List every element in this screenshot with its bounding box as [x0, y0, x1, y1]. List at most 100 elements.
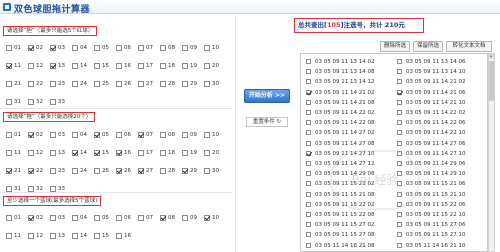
- number-option[interactable]: 03: [50, 131, 65, 139]
- checkbox[interactable]: [138, 215, 144, 221]
- number-option[interactable]: 32: [28, 98, 43, 106]
- result-row[interactable]: 03 05 09 11 14 22 08: [306, 118, 374, 128]
- result-row[interactable]: 03 05 09 11 15 22 10: [397, 210, 465, 220]
- checkbox[interactable]: [160, 81, 166, 87]
- result-row[interactable]: 03 05 09 11 14 27 06: [397, 139, 465, 149]
- checkbox[interactable]: [28, 168, 34, 174]
- number-option[interactable]: 26: [116, 167, 131, 175]
- checkbox[interactable]: [397, 110, 402, 115]
- number-option[interactable]: 02: [28, 44, 43, 52]
- checkbox[interactable]: [138, 45, 144, 51]
- checkbox[interactable]: [50, 63, 56, 69]
- number-option[interactable]: 30: [204, 80, 219, 88]
- checkbox[interactable]: [28, 233, 34, 239]
- number-option[interactable]: 03: [50, 214, 65, 222]
- result-row[interactable]: 03 05 09 11 13 14 10: [397, 67, 465, 77]
- checkbox[interactable]: [182, 168, 188, 174]
- number-option[interactable]: 07: [138, 214, 153, 222]
- number-option[interactable]: 10: [204, 131, 219, 139]
- scroll-thumb[interactable]: [489, 61, 494, 101]
- checkbox[interactable]: [94, 168, 100, 174]
- checkbox[interactable]: [306, 110, 311, 115]
- checkbox[interactable]: [306, 201, 311, 207]
- number-option[interactable]: 11: [6, 149, 21, 157]
- number-option[interactable]: 04: [72, 44, 87, 52]
- number-option[interactable]: 09: [182, 131, 197, 139]
- number-option[interactable]: 21: [6, 80, 21, 88]
- checkbox[interactable]: [116, 45, 122, 51]
- number-option[interactable]: 33: [50, 98, 65, 106]
- checkbox[interactable]: [94, 233, 100, 239]
- checkbox[interactable]: [397, 140, 402, 146]
- number-option[interactable]: 06: [116, 44, 131, 52]
- analyze-button[interactable]: 开始分析 >>: [244, 89, 290, 103]
- checkbox[interactable]: [306, 69, 311, 75]
- checkbox[interactable]: [116, 233, 122, 239]
- checkbox[interactable]: [306, 59, 311, 64]
- checkbox[interactable]: [397, 130, 402, 136]
- number-option[interactable]: 22: [28, 167, 43, 175]
- checkbox[interactable]: [6, 132, 12, 138]
- number-option[interactable]: 01: [6, 214, 21, 222]
- checkbox[interactable]: [6, 215, 12, 221]
- checkbox[interactable]: [50, 45, 56, 51]
- number-option[interactable]: 19: [182, 149, 197, 157]
- result-row[interactable]: 03 05 09 11 14 27 08: [306, 139, 374, 149]
- number-option[interactable]: 14: [72, 62, 87, 70]
- checkbox[interactable]: [160, 45, 166, 51]
- result-row[interactable]: 03 05 09 11 14 22 02: [397, 108, 465, 118]
- checkbox[interactable]: [50, 150, 56, 156]
- checkbox[interactable]: [397, 222, 402, 228]
- number-option[interactable]: 17: [138, 149, 153, 157]
- checkbox[interactable]: [306, 140, 311, 146]
- checkbox[interactable]: [397, 69, 402, 75]
- checkbox[interactable]: [116, 150, 122, 156]
- number-option[interactable]: 31: [6, 98, 21, 106]
- checkbox[interactable]: [204, 132, 210, 138]
- number-option[interactable]: 11: [6, 232, 21, 240]
- number-option[interactable]: 28: [160, 167, 175, 175]
- result-row[interactable]: 03 05 09 11 15 27 06: [397, 220, 465, 230]
- checkbox[interactable]: [6, 168, 12, 174]
- checkbox[interactable]: [306, 222, 311, 228]
- number-option[interactable]: 18: [160, 149, 175, 157]
- number-option[interactable]: 13: [50, 149, 65, 157]
- number-option[interactable]: 05: [94, 214, 109, 222]
- result-row[interactable]: 03 05 09 11 13 14 08: [306, 67, 374, 77]
- checkbox[interactable]: [397, 120, 402, 126]
- number-option[interactable]: 23: [50, 80, 65, 88]
- checkbox[interactable]: [160, 63, 166, 69]
- result-row[interactable]: 03 05 09 11 14 21 02: [306, 88, 374, 98]
- number-option[interactable]: 29: [182, 80, 197, 88]
- checkbox[interactable]: [50, 99, 56, 105]
- scroll-up-arrow-icon[interactable]: [489, 54, 494, 59]
- checkbox[interactable]: [306, 161, 311, 166]
- number-option[interactable]: 02: [28, 131, 43, 139]
- result-row[interactable]: 03 05 09 11 14 21 06: [397, 88, 465, 98]
- checkbox[interactable]: [94, 81, 100, 87]
- checkbox[interactable]: [397, 232, 402, 238]
- number-option[interactable]: 06: [116, 131, 131, 139]
- number-option[interactable]: 27: [138, 80, 153, 88]
- checkbox[interactable]: [72, 45, 78, 51]
- checkbox[interactable]: [397, 79, 402, 85]
- number-option[interactable]: 09: [182, 44, 197, 52]
- checkbox[interactable]: [72, 132, 78, 138]
- number-option[interactable]: 14: [72, 232, 87, 240]
- checkbox[interactable]: [306, 79, 311, 85]
- number-option[interactable]: 10: [204, 214, 219, 222]
- scrollbar[interactable]: [488, 53, 495, 252]
- number-option[interactable]: 29: [182, 167, 197, 175]
- result-row[interactable]: 03 05 09 11 15 22 08: [306, 210, 374, 220]
- number-option[interactable]: 28: [160, 80, 175, 88]
- checkbox[interactable]: [72, 81, 78, 87]
- number-option[interactable]: 12: [28, 62, 43, 70]
- result-row[interactable]: 03 05 09 11 15 27 02: [306, 220, 374, 230]
- checkbox[interactable]: [72, 215, 78, 221]
- number-option[interactable]: 15: [94, 232, 109, 240]
- number-option[interactable]: 23: [50, 167, 65, 175]
- result-row[interactable]: 03 05 09 11 14 22 06: [397, 118, 465, 128]
- checkbox[interactable]: [182, 45, 188, 51]
- checkbox[interactable]: [6, 150, 12, 156]
- checkbox[interactable]: [28, 63, 34, 69]
